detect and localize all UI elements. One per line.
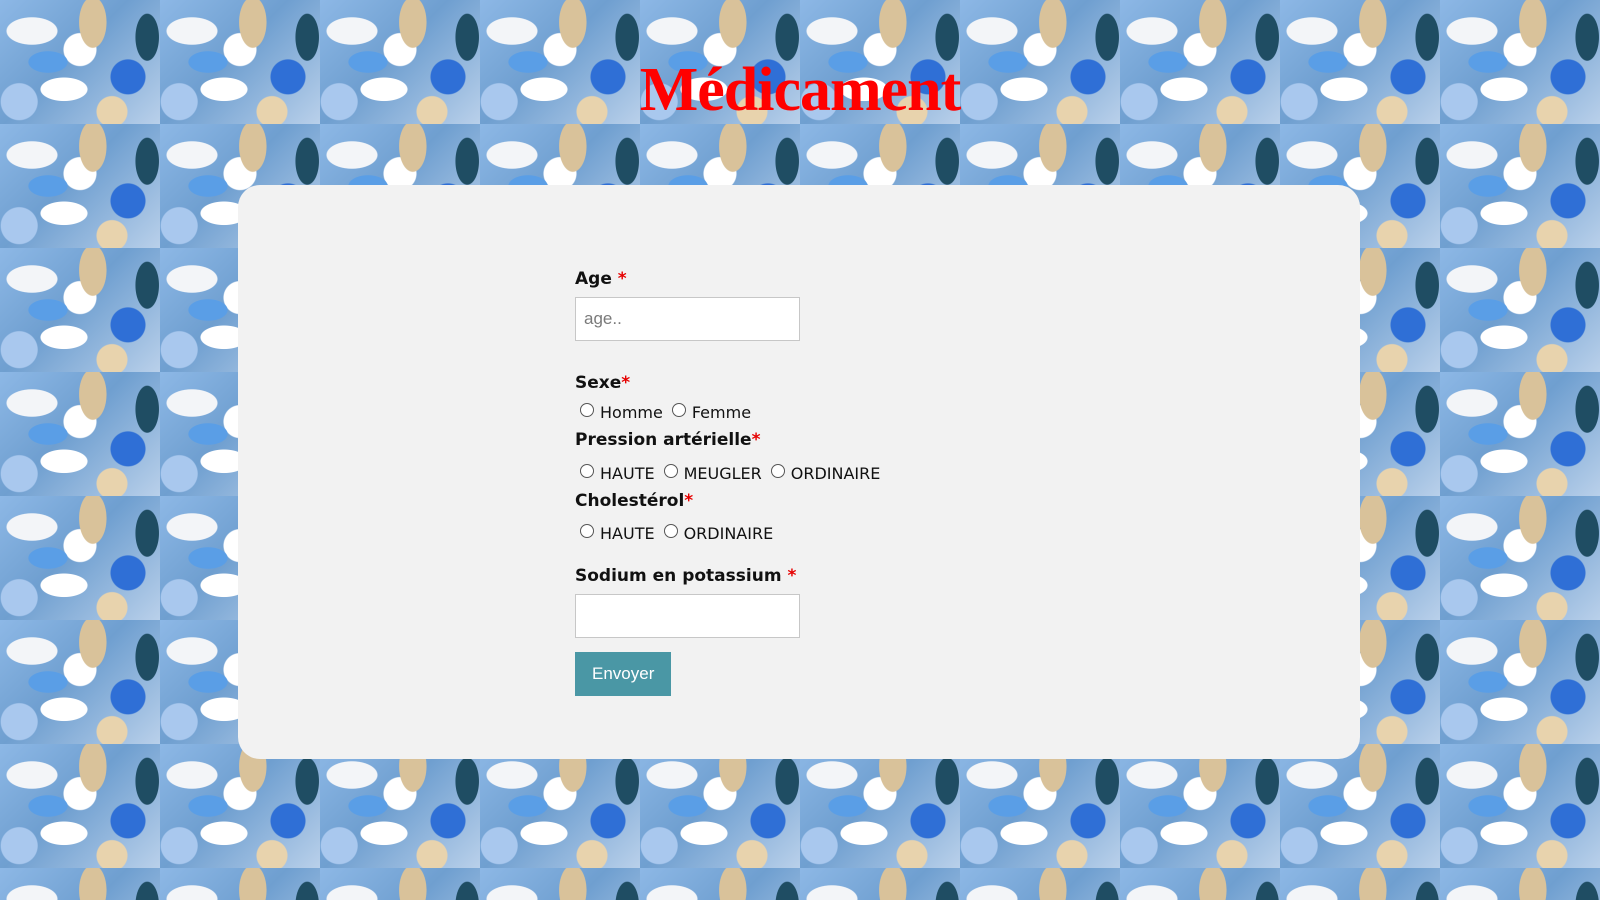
cholesterol-label-text: Cholestérol bbox=[575, 491, 685, 511]
required-marker: * bbox=[684, 491, 694, 511]
age-label-text: Age bbox=[575, 269, 612, 289]
age-input[interactable] bbox=[575, 297, 800, 341]
sodium-label: Sodium en potassium * bbox=[575, 566, 1095, 586]
sodium-label-text: Sodium en potassium bbox=[575, 566, 782, 586]
radio-cholesterol-ordinaire[interactable] bbox=[663, 524, 678, 538]
radio-label-pression-haute[interactable]: HAUTE bbox=[600, 464, 655, 483]
radio-label-pression-meugler[interactable]: MEUGLER bbox=[684, 464, 762, 483]
radio-label-homme[interactable]: Homme bbox=[600, 403, 663, 422]
submit-button[interactable]: Envoyer bbox=[575, 652, 672, 696]
sexe-radio-group: Homme Femme bbox=[575, 401, 1095, 423]
page-title: Médicament bbox=[639, 56, 962, 124]
radio-label-pression-ordinaire[interactable]: ORDINAIRE bbox=[791, 464, 881, 483]
radio-femme[interactable] bbox=[671, 403, 686, 417]
sodium-input[interactable] bbox=[575, 594, 800, 638]
radio-cholesterol-haute[interactable] bbox=[580, 524, 594, 538]
pression-label-text: Pression artérielle bbox=[575, 430, 752, 450]
radio-pression-haute[interactable] bbox=[580, 464, 594, 478]
pression-label: Pression artérielle* bbox=[575, 430, 1095, 450]
radio-pression-meugler[interactable] bbox=[663, 464, 678, 478]
cholesterol-label: Cholestérol* bbox=[575, 491, 1095, 511]
medication-form: Age * Sexe* Homme Femme Pression artérie… bbox=[575, 269, 1095, 696]
radio-label-cholesterol-haute[interactable]: HAUTE bbox=[600, 524, 655, 543]
required-marker: * bbox=[617, 269, 627, 289]
radio-label-cholesterol-ordinaire[interactable]: ORDINAIRE bbox=[684, 524, 774, 543]
pression-radio-group: HAUTE MEUGLER ORDINAIRE bbox=[575, 462, 1095, 484]
form-card: Age * Sexe* Homme Femme Pression artérie… bbox=[238, 185, 1360, 759]
sexe-label-text: Sexe bbox=[575, 373, 622, 393]
required-marker: * bbox=[751, 430, 761, 450]
radio-pression-ordinaire[interactable] bbox=[770, 464, 785, 478]
sexe-label: Sexe* bbox=[575, 373, 1095, 393]
cholesterol-radio-group: HAUTE ORDINAIRE bbox=[575, 522, 1095, 544]
required-marker: * bbox=[787, 566, 797, 586]
radio-label-femme[interactable]: Femme bbox=[692, 403, 751, 422]
radio-homme[interactable] bbox=[580, 403, 594, 417]
age-label: Age * bbox=[575, 269, 1095, 289]
required-marker: * bbox=[621, 373, 631, 393]
